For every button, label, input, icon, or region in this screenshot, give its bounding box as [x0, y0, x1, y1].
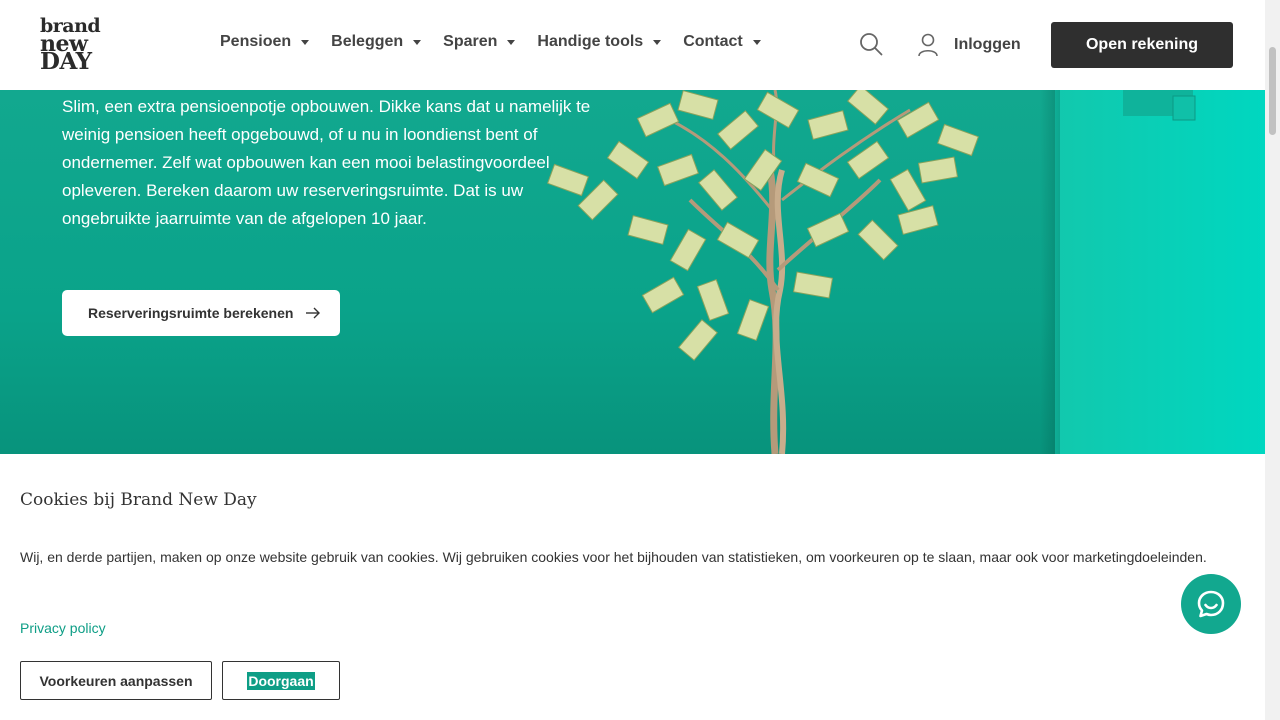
cookie-preferences-button[interactable]: Voorkeuren aanpassen	[20, 661, 212, 700]
site-header: brand new DAY Pensioen Beleggen Sparen H…	[0, 0, 1265, 90]
search-icon[interactable]	[859, 32, 883, 56]
nav-item-label: Sparen	[443, 33, 498, 50]
caret-down-icon	[507, 39, 516, 45]
login-label: Inloggen	[954, 36, 1021, 53]
hero-line-2: weinig pensioen heeft opgebouwd, of u nu…	[62, 125, 538, 144]
nav-item-handige-tools[interactable]: Handige tools	[537, 33, 662, 51]
cookie-continue-label: Doorgaan	[247, 671, 315, 690]
nav-item-label: Pensioen	[220, 33, 292, 50]
cookie-banner: Cookies bij Brand New Day Wij, en derde …	[0, 454, 1265, 720]
scrollbar-thumb[interactable]	[1269, 47, 1276, 135]
hero-shadow	[1040, 90, 1060, 454]
hero-banner: Slim, een extra pensioenpotje opbouwen. …	[0, 90, 1265, 454]
nav-item-contact[interactable]: Contact	[683, 33, 761, 51]
cookie-continue-button[interactable]: Doorgaan	[222, 661, 340, 700]
chat-launcher-button[interactable]	[1181, 574, 1241, 634]
calculate-reservation-label: Reserveringsruimte berekenen	[88, 305, 294, 321]
hero-line-4: opleveren. Bereken daarom uw reservering…	[62, 181, 524, 200]
privacy-policy-link[interactable]: Privacy policy	[20, 620, 106, 636]
hero-line-5: ongebruikte jaarruimte van de afgelopen …	[62, 209, 427, 228]
nav-item-sparen[interactable]: Sparen	[443, 33, 516, 51]
hero-description: Slim, een extra pensioenpotje opbouwen. …	[62, 93, 642, 233]
nav-item-pensioen[interactable]: Pensioen	[220, 33, 310, 51]
logo-line-3: DAY	[40, 48, 92, 75]
hero-wall-panel	[1055, 90, 1265, 454]
calculate-reservation-button[interactable]: Reserveringsruimte berekenen	[62, 290, 340, 336]
nav-item-label: Contact	[683, 33, 743, 50]
caret-down-icon	[653, 39, 662, 45]
open-account-button[interactable]: Open rekening	[1051, 22, 1233, 68]
login-link[interactable]: Inloggen	[917, 33, 1021, 57]
chat-bubble-icon	[1197, 590, 1225, 618]
cookie-description: Wij, en derde partijen, maken op onze we…	[20, 549, 1207, 565]
main-nav: Pensioen Beleggen Sparen Handige tools C…	[220, 33, 783, 51]
page-scrollbar[interactable]	[1265, 0, 1280, 720]
cookie-title: Cookies bij Brand New Day	[20, 490, 257, 510]
page: brand new DAY Pensioen Beleggen Sparen H…	[0, 0, 1280, 720]
caret-down-icon	[413, 39, 422, 45]
caret-down-icon	[752, 39, 761, 45]
brand-logo[interactable]: brand new DAY	[40, 17, 104, 75]
user-icon	[918, 33, 938, 57]
nav-item-beleggen[interactable]: Beleggen	[331, 33, 422, 51]
wall-fixture-icon	[1123, 90, 1196, 121]
arrow-right-icon	[306, 307, 321, 319]
nav-item-label: Beleggen	[331, 33, 404, 50]
hero-line-1: Slim, een extra pensioenpotje opbouwen. …	[62, 97, 591, 116]
nav-item-label: Handige tools	[537, 33, 644, 50]
caret-down-icon	[301, 39, 310, 45]
hero-line-3: ondernemer. Zelf wat opbouwen kan een mo…	[62, 153, 550, 172]
